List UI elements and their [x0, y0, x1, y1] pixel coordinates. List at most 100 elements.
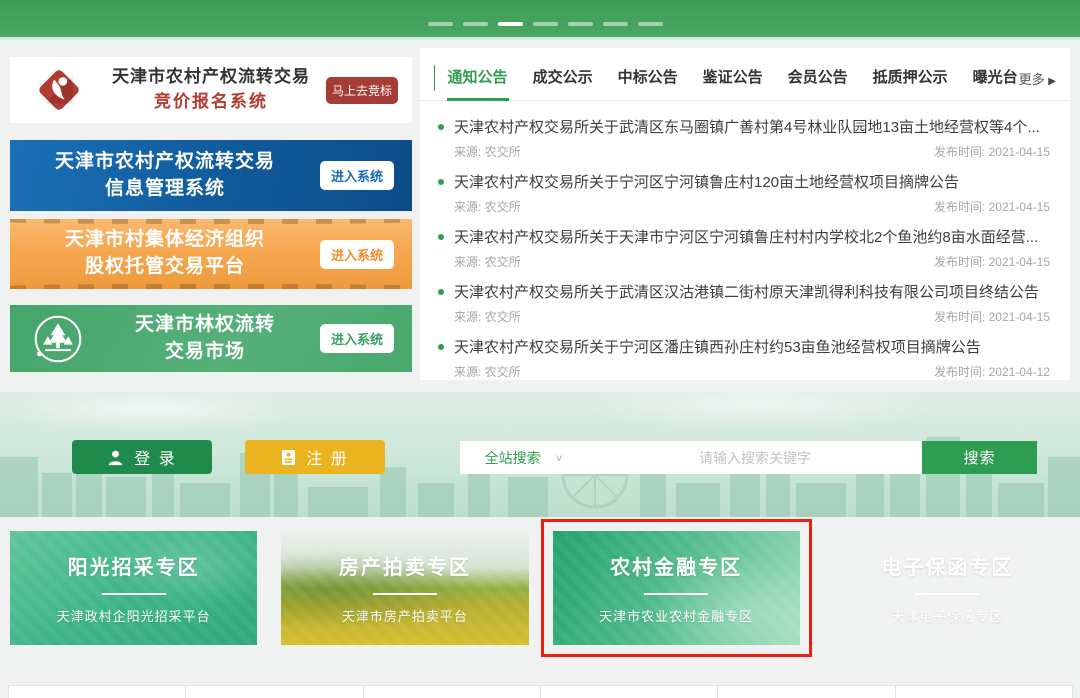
- announcement-link[interactable]: 天津农村产权交易所关于宁河区宁河镇鲁庄村120亩土地经营权项目摘牌公告: [436, 171, 1052, 192]
- carousel-dash-indicator[interactable]: [603, 22, 628, 26]
- announcement-title: 天津农村产权交易所关于武清区汉沽港镇二街村原天津凯得利科技有限公司项目终结公告: [454, 281, 1039, 302]
- announcement-tab[interactable]: 鉴证公告: [702, 60, 764, 101]
- announcement-meta: 来源: 农交所 发布时间: 2021-04-15: [454, 143, 1050, 160]
- announcement-title: 天津农村产权交易所关于天津市宁河区宁河镇鲁庄村村内学校北2个鱼池约8亩水面经营.…: [454, 226, 1038, 247]
- announcement-tab[interactable]: 中标公告: [617, 60, 679, 101]
- zone-subtitle: 天津市农业农村金融专区: [599, 606, 753, 625]
- more-label: 更多: [1019, 72, 1045, 87]
- carousel-dash-indicator[interactable]: [533, 22, 558, 26]
- register-button[interactable]: 注 册: [245, 440, 385, 474]
- announcement-tabs-row: 通知公告成交公示中标公告鉴证公告会员公告抵质押公示曝光台 更多 ▶: [420, 48, 1070, 101]
- announcement-link[interactable]: 天津农村产权交易所关于天津市宁河区宁河镇鲁庄村村内学校北2个鱼池约8亩水面经营.…: [436, 226, 1052, 247]
- announcement-meta: 来源: 农交所 发布时间: 2021-04-15: [454, 253, 1050, 270]
- login-button[interactable]: 登 录: [72, 440, 212, 474]
- zone-subtitle: 天津市房产拍卖平台: [342, 606, 468, 625]
- announcement-source: 来源: 农交所: [454, 253, 521, 270]
- zone-divider: [644, 593, 708, 595]
- announcement-item: 天津农村产权交易所关于天津市宁河区宁河镇鲁庄村村内学校北2个鱼池约8亩水面经营.…: [436, 226, 1052, 270]
- announcement-date: 发布时间: 2021-04-15: [934, 198, 1050, 215]
- zone-title: 农村金融专区: [610, 551, 742, 580]
- announcement-tab[interactable]: 会员公告: [787, 60, 849, 101]
- next-section-row: [8, 685, 1072, 698]
- carousel-dash-indicator[interactable]: [428, 22, 453, 26]
- chevron-down-icon: ∨: [555, 452, 564, 463]
- footer-cell: [185, 685, 363, 698]
- announcement-meta: 来源: 农交所 发布时间: 2021-04-15: [454, 308, 1050, 325]
- footer-cell: [895, 685, 1073, 698]
- carousel-dash-indicator[interactable]: [638, 22, 663, 26]
- info-system-banner[interactable]: 天津市农村产权流转交易 信息管理系统 进入系统: [10, 140, 412, 211]
- forest-market-banner[interactable]: 天津市林权流转 交易市场 进入系统: [10, 305, 412, 372]
- footer-cell: [540, 685, 718, 698]
- announcement-link[interactable]: 天津农村产权交易所关于武清区汉沽港镇二街村原天津凯得利科技有限公司项目终结公告: [436, 281, 1052, 302]
- zone-card[interactable]: 电子保函专区 天津电子保函专区: [824, 531, 1071, 645]
- bid-system-subtitle: 竞价报名系统: [96, 90, 326, 115]
- zone-card[interactable]: 房产拍卖专区 天津市房产拍卖平台: [281, 531, 528, 645]
- footer-cell: [8, 685, 186, 698]
- announcement-item: 天津农村产权交易所关于宁河区宁河镇鲁庄村120亩土地经营权项目摘牌公告 来源: …: [436, 171, 1052, 215]
- announcements-panel: 通知公告成交公示中标公告鉴证公告会员公告抵质押公示曝光台 更多 ▶ 天津农村产权…: [420, 48, 1070, 380]
- announcement-item: 天津农村产权交易所关于武清区汉沽港镇二街村原天津凯得利科技有限公司项目终结公告 …: [436, 281, 1052, 325]
- zone-subtitle: 天津政村企阳光招采平台: [57, 606, 211, 625]
- announcement-link[interactable]: 天津农村产权交易所关于宁河区潘庄镇西孙庄村约53亩鱼池经营权项目摘牌公告: [436, 336, 1052, 357]
- zone-card[interactable]: 阳光招采专区 天津政村企阳光招采平台: [10, 531, 257, 645]
- exchange-logo-icon: [36, 67, 82, 113]
- forest-market-subtitle: 交易市场: [90, 339, 320, 366]
- forest-market-title: 天津市林权流转: [90, 312, 320, 339]
- zone-divider: [915, 593, 979, 595]
- equity-platform-banner[interactable]: 天津市村集体经济组织 股权托管交易平台 进入系统: [10, 219, 412, 289]
- forest-trees-icon: [32, 313, 84, 365]
- special-zones: 阳光招采专区 天津政村企阳光招采平台 房产拍卖专区 天津市房产拍卖平台 农村金融…: [10, 531, 1071, 645]
- carousel-dash-indicator[interactable]: [463, 22, 488, 26]
- forest-market-enter-button[interactable]: 进入系统: [320, 324, 394, 353]
- announcement-tab[interactable]: 通知公告: [447, 60, 509, 101]
- announcement-title: 天津农村产权交易所关于武清区东马圈镇广善村第4号林业队园地13亩土地经营权等4个…: [454, 116, 1040, 137]
- bullet-icon: [438, 124, 444, 130]
- zone-divider: [102, 593, 166, 595]
- announcement-date: 发布时间: 2021-04-12: [934, 363, 1050, 380]
- zone-subtitle: 天津电子保函专区: [891, 606, 1003, 625]
- carousel-dash-indicator[interactable]: [568, 22, 593, 26]
- announcement-list: 天津农村产权交易所关于武清区东马圈镇广善村第4号林业队园地13亩土地经营权等4个…: [420, 101, 1070, 380]
- zone-card[interactable]: 农村金融专区 天津市农业农村金融专区: [553, 531, 800, 645]
- announcement-source: 来源: 农交所: [454, 308, 521, 325]
- equity-platform-enter-button[interactable]: 进入系统: [320, 240, 394, 269]
- equity-platform-title: 天津市村集体经济组织: [10, 227, 320, 254]
- info-system-enter-button[interactable]: 进入系统: [320, 161, 394, 190]
- more-arrow-icon: ▶: [1048, 76, 1056, 87]
- announcement-date: 发布时间: 2021-04-15: [934, 253, 1050, 270]
- info-system-subtitle: 信息管理系统: [10, 176, 320, 203]
- announcement-tab[interactable]: 抵质押公示: [872, 60, 949, 101]
- tab-accent-bar: [434, 65, 435, 91]
- zone-divider: [373, 593, 437, 595]
- search-bar: 全站搜索 ∨ 搜索: [460, 441, 1037, 474]
- announcement-source: 来源: 农交所: [454, 363, 521, 380]
- search-scope-dropdown[interactable]: 全站搜索 ∨: [460, 441, 588, 474]
- carousel-banner: [0, 0, 1080, 40]
- bid-system-card[interactable]: 天津市农村产权流转交易 竞价报名系统 马上去竞标: [10, 57, 412, 123]
- go-bid-button[interactable]: 马上去竞标: [326, 77, 398, 104]
- announcement-title: 天津农村产权交易所关于宁河区潘庄镇西孙庄村约53亩鱼池经营权项目摘牌公告: [454, 336, 981, 357]
- search-button[interactable]: 搜索: [922, 441, 1037, 474]
- login-label: 登 录: [134, 445, 176, 469]
- announcement-tab[interactable]: 曝光台: [972, 60, 1019, 101]
- announcement-tab[interactable]: 成交公示: [532, 60, 594, 101]
- forest-market-titles: 天津市林权流转 交易市场: [90, 312, 320, 365]
- announcement-date: 发布时间: 2021-04-15: [934, 308, 1050, 325]
- more-link[interactable]: 更多 ▶: [1019, 69, 1056, 100]
- bullet-icon: [438, 234, 444, 240]
- equity-platform-subtitle: 股权托管交易平台: [10, 254, 320, 281]
- carousel-dash-indicator[interactable]: [498, 22, 523, 26]
- zone-title: 房产拍卖专区: [339, 551, 471, 580]
- footer-cell: [363, 685, 541, 698]
- announcement-tabs: 通知公告成交公示中标公告鉴证公告会员公告抵质押公示曝光台: [447, 60, 1019, 100]
- search-input[interactable]: [588, 441, 922, 474]
- announcement-link[interactable]: 天津农村产权交易所关于武清区东马圈镇广善村第4号林业队园地13亩土地经营权等4个…: [436, 116, 1052, 137]
- search-scope-label: 全站搜索: [485, 448, 541, 468]
- announcement-meta: 来源: 农交所 发布时间: 2021-04-12: [454, 363, 1050, 380]
- announcement-meta: 来源: 农交所 发布时间: 2021-04-15: [454, 198, 1050, 215]
- announcement-source: 来源: 农交所: [454, 198, 521, 215]
- bid-system-title: 天津市农村产权流转交易: [96, 65, 326, 90]
- bid-system-titles: 天津市农村产权流转交易 竞价报名系统: [96, 65, 326, 114]
- equity-platform-titles: 天津市村集体经济组织 股权托管交易平台: [10, 227, 320, 280]
